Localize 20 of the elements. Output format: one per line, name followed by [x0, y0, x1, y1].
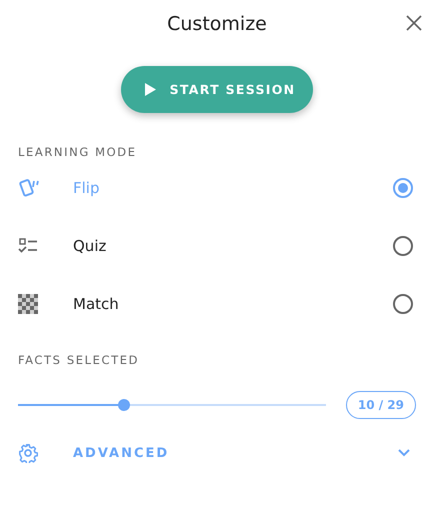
close-icon[interactable] — [406, 15, 422, 31]
mode-option[interactable]: Match — [18, 275, 416, 333]
section-heading: FACTS SELECTED — [18, 353, 140, 367]
play-icon — [144, 83, 156, 96]
start-session-button[interactable]: START SESSION — [120, 66, 314, 113]
chevron-icon — [398, 449, 410, 457]
checkerboard-icon — [18, 294, 38, 314]
facts-slider[interactable] — [18, 399, 326, 411]
radio-button[interactable] — [393, 178, 413, 198]
radio-button[interactable] — [393, 294, 413, 314]
cards-icon — [18, 178, 40, 198]
count-badge: 10 / 29 — [346, 391, 416, 419]
checklist-icon — [18, 237, 38, 255]
dialog-title: Customize — [167, 13, 267, 35]
radio-button[interactable] — [393, 236, 413, 256]
mode-option[interactable]: Flip — [18, 159, 416, 217]
settings-icon — [18, 443, 38, 463]
mode-option[interactable]: Quiz — [18, 217, 416, 275]
advanced-toggle[interactable]: ADVANCED — [18, 425, 416, 481]
section-heading: LEARNING MODE — [18, 145, 138, 159]
